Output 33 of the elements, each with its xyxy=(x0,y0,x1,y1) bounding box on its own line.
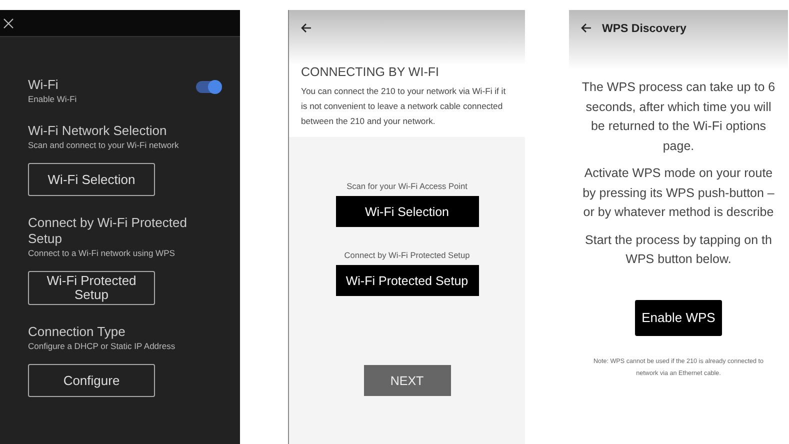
setting-subtitle: Enable Wi-Fi xyxy=(28,94,77,104)
instruction-line: or by whatever method is describe xyxy=(583,204,774,221)
outline-button[interactable]: Configure xyxy=(28,364,155,397)
next-button[interactable]: NEXT xyxy=(364,365,450,396)
setting-title: Connect by Wi-Fi Protected Setup xyxy=(28,215,188,247)
instruction-line: The WPS process can take up to 6 xyxy=(582,79,776,96)
option-label: Connect by Wi-Fi Protected Setup xyxy=(344,250,470,260)
instruction-line: WPS button below. xyxy=(626,251,732,268)
setting-subtitle: Connect to a Wi-Fi network using WPS xyxy=(28,248,176,258)
back-arrow-icon[interactable] xyxy=(581,23,592,33)
setting-subtitle: Configure a DHCP or Static IP Address xyxy=(28,341,176,351)
description-text: You can connect the 210 to your network via Wi-Fi if it is not convenient to leave a network cable connected between the 210 and your network. xyxy=(301,85,507,128)
option-button[interactable]: Wi-Fi Selection xyxy=(336,196,478,227)
instruction-line: page. xyxy=(662,138,694,155)
outline-button[interactable]: Wi-Fi Protected Setup xyxy=(28,271,155,305)
option-label: Scan for your Wi-Fi Access Point xyxy=(346,181,468,191)
enable-wps-button[interactable]: Enable WPS xyxy=(635,300,722,336)
setting-title: Wi-Fi Network Selection xyxy=(28,123,168,139)
wifi-toggle[interactable] xyxy=(196,81,220,93)
section-heading: CONNECTING BY WI-FI xyxy=(301,65,440,79)
instruction-line: seconds, after which time you will xyxy=(586,98,772,116)
instruction-line: by pressing its WPS push-button – xyxy=(582,184,774,202)
screen-title: WPS Discovery xyxy=(602,23,686,35)
back-arrow-icon[interactable] xyxy=(301,23,312,33)
setting-subtitle: Scan and connect to your Wi-Fi network xyxy=(28,140,180,150)
setting-title: Wi-Fi xyxy=(28,77,60,93)
setting-title: Connection Type xyxy=(28,324,126,340)
instruction-line: be returned to the Wi-Fi options xyxy=(590,118,766,135)
instruction-line: Start the process by tapping on th xyxy=(585,232,772,249)
outline-button[interactable]: Wi-Fi Selection xyxy=(28,163,155,196)
close-icon[interactable] xyxy=(3,18,14,28)
instruction-line: Activate WPS mode on your route xyxy=(584,165,773,182)
option-button[interactable]: Wi-Fi Protected Setup xyxy=(336,265,478,296)
